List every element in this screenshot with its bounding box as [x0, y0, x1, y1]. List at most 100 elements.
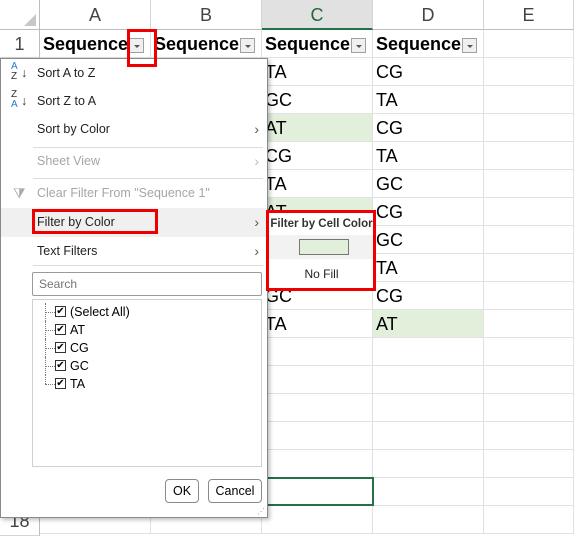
- filter-value-label: TA: [70, 377, 86, 391]
- filter-dropdown-button[interactable]: [462, 38, 477, 53]
- cell-c3[interactable]: GC: [262, 86, 373, 114]
- cell-d4[interactable]: CG: [373, 114, 484, 142]
- sort-by-color-label: Sort by Color: [37, 122, 110, 136]
- cell-d8[interactable]: GC: [373, 226, 484, 254]
- column-header-c[interactable]: C: [262, 0, 373, 30]
- cell-d3[interactable]: TA: [373, 86, 484, 114]
- cancel-button[interactable]: Cancel: [208, 479, 262, 503]
- sort-by-color-item[interactable]: Sort by Color ›: [1, 115, 267, 143]
- cell-d16[interactable]: [373, 450, 484, 478]
- tree-line: [45, 330, 55, 331]
- text-filters-label: Text Filters: [37, 244, 98, 258]
- cell-d11[interactable]: AT: [373, 310, 484, 338]
- cell-c6[interactable]: TA: [262, 170, 373, 198]
- cell-d14[interactable]: [373, 394, 484, 422]
- cell-c16[interactable]: [262, 450, 373, 478]
- chevron-right-icon: ›: [254, 243, 259, 259]
- sheet-view-label: Sheet View: [37, 154, 101, 168]
- cell-c4[interactable]: AT: [262, 114, 373, 142]
- column-header-a[interactable]: A: [40, 0, 151, 30]
- filter-dropdown-button[interactable]: [240, 38, 255, 53]
- checkbox-checked-icon[interactable]: ✔: [55, 342, 66, 353]
- column-header-e[interactable]: E: [484, 0, 574, 30]
- cell-e14[interactable]: [484, 394, 574, 422]
- dropdown-highlight-box: [127, 29, 157, 67]
- checkbox-checked-icon[interactable]: ✔: [55, 378, 66, 389]
- filter-dropdown-menu: A Z ↓ Sort A to Z Z A ↓ Sort Z to A Sort by …: [0, 58, 268, 518]
- chevron-right-icon: ›: [254, 153, 259, 169]
- cell-d12[interactable]: [373, 338, 484, 366]
- filter-value-label: CG: [70, 341, 89, 355]
- sort-az-icon: AZ: [11, 61, 18, 82]
- clear-filter-item: ⧩ Clear Filter From "Sequence 1": [1, 179, 267, 207]
- cell-d1[interactable]: Sequence: [373, 30, 484, 58]
- cell-d18[interactable]: [373, 506, 484, 534]
- cell-d13[interactable]: [373, 366, 484, 394]
- filter-dropdown-button[interactable]: [351, 38, 366, 53]
- cell-e10[interactable]: [484, 282, 574, 310]
- filter-value-item[interactable]: ✔ (Select All): [45, 303, 245, 321]
- cell-d2[interactable]: CG: [373, 58, 484, 86]
- text-filters-item[interactable]: Text Filters ›: [1, 237, 267, 265]
- cell-c14[interactable]: [262, 394, 373, 422]
- cell-e6[interactable]: [484, 170, 574, 198]
- checkbox-checked-icon[interactable]: ✔: [55, 324, 66, 335]
- cell-e4[interactable]: [484, 114, 574, 142]
- cell-e5[interactable]: [484, 142, 574, 170]
- checkbox-checked-icon[interactable]: ✔: [55, 360, 66, 371]
- cell-d10[interactable]: CG: [373, 282, 484, 310]
- cell-e12[interactable]: [484, 338, 574, 366]
- filter-value-item[interactable]: ✔ GC: [45, 357, 245, 375]
- cell-c2[interactable]: TA: [262, 58, 373, 86]
- row-header-1[interactable]: 1: [0, 30, 40, 58]
- cell-c1[interactable]: Sequence: [262, 30, 373, 58]
- column-header-d[interactable]: D: [373, 0, 484, 30]
- filter-value-item[interactable]: ✔ AT: [45, 321, 245, 339]
- cell-e2[interactable]: [484, 58, 574, 86]
- cell-e9[interactable]: [484, 254, 574, 282]
- cell-c18[interactable]: [262, 506, 373, 534]
- chevron-right-icon: ›: [254, 121, 259, 137]
- filter-value-label: (Select All): [70, 305, 130, 319]
- cell-c12[interactable]: [262, 338, 373, 366]
- checkbox-checked-icon[interactable]: ✔: [55, 306, 66, 317]
- filter-value-label: AT: [70, 323, 86, 337]
- cell-e13[interactable]: [484, 366, 574, 394]
- cell-e18[interactable]: [484, 506, 574, 534]
- search-input[interactable]: [32, 272, 262, 296]
- cell-e8[interactable]: [484, 226, 574, 254]
- cell-e3[interactable]: [484, 86, 574, 114]
- value-checkbox-list[interactable]: ✔ (Select All) ✔ AT ✔ CG ✔ GC ✔ TA: [32, 299, 262, 467]
- cell-e17[interactable]: [484, 478, 574, 506]
- filter-value-item[interactable]: ✔ CG: [45, 339, 245, 357]
- cell-c15[interactable]: [262, 422, 373, 450]
- cell-e7[interactable]: [484, 198, 574, 226]
- cell-c11[interactable]: TA: [262, 310, 373, 338]
- clear-filter-icon: ⧩: [13, 185, 26, 201]
- cell-e11[interactable]: [484, 310, 574, 338]
- sort-z-to-a-item[interactable]: Z A ↓ Sort Z to A: [1, 87, 267, 115]
- tree-line: [45, 312, 55, 313]
- ok-button[interactable]: OK: [165, 479, 199, 503]
- cell-d7[interactable]: CG: [373, 198, 484, 226]
- resize-grip-icon[interactable]: ⋰: [257, 507, 265, 516]
- filter-value-item[interactable]: ✔ TA: [45, 375, 245, 393]
- column-header-b[interactable]: B: [151, 0, 262, 30]
- cell-e15[interactable]: [484, 422, 574, 450]
- cell-b1[interactable]: Sequence: [151, 30, 262, 58]
- cell-e1[interactable]: [484, 30, 574, 58]
- cell-d17[interactable]: [373, 478, 484, 506]
- cell-d6[interactable]: GC: [373, 170, 484, 198]
- sort-z-to-a-label: Sort Z to A: [37, 94, 97, 108]
- cell-d15[interactable]: [373, 422, 484, 450]
- cell-c5[interactable]: CG: [262, 142, 373, 170]
- tree-line: [45, 375, 55, 384]
- cell-d5[interactable]: TA: [373, 142, 484, 170]
- cell-c13[interactable]: [262, 366, 373, 394]
- tree-line: [45, 384, 55, 385]
- sort-za-icon: ZA: [11, 89, 18, 110]
- cell-e16[interactable]: [484, 450, 574, 478]
- active-cell-c17[interactable]: [262, 477, 374, 506]
- cell-d9[interactable]: TA: [373, 254, 484, 282]
- separator: [33, 265, 263, 266]
